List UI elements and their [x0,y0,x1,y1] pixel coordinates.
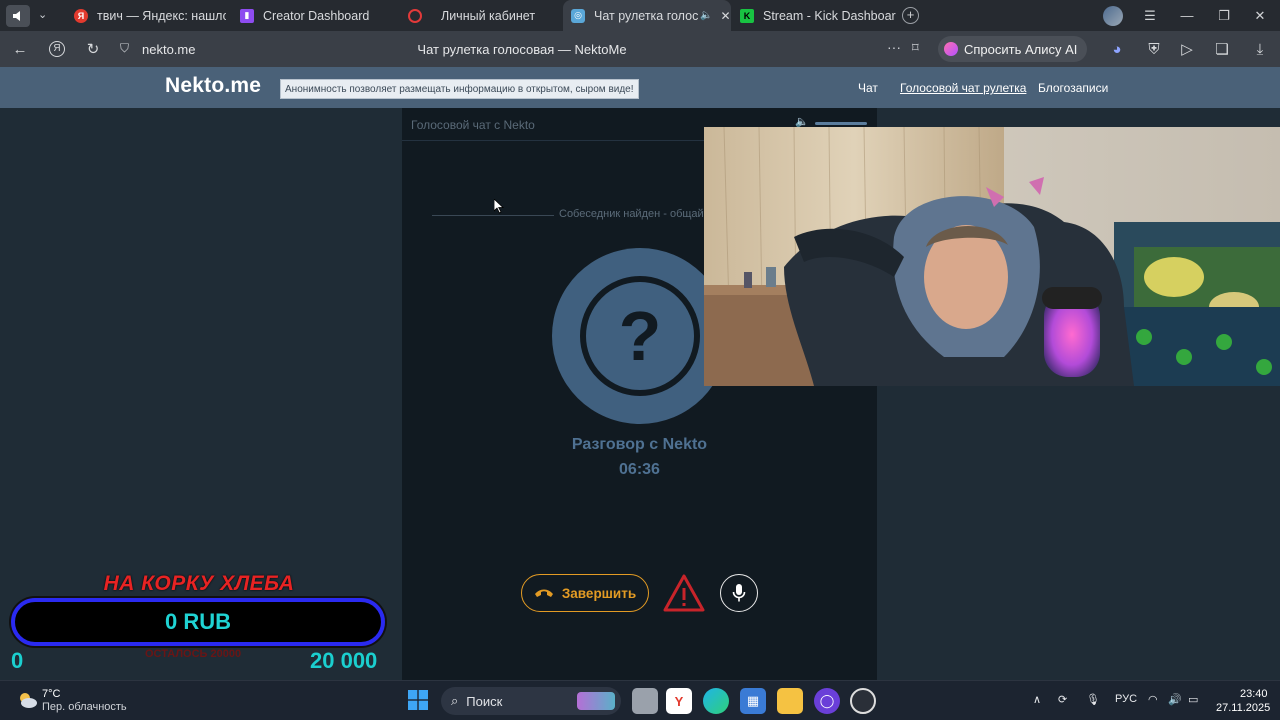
tab-close-icon[interactable]: ✕ [720,9,730,23]
report-button[interactable] [663,573,705,613]
tab-yandex-search[interactable]: Я твич — Яндекс: нашлось [70,0,226,31]
downloads-icon[interactable]: ⤓ [1248,37,1272,61]
task-view-button[interactable] [632,688,658,714]
tray-mic-icon[interactable]: 🎙 [1086,693,1100,706]
hangup-phone-icon [534,589,553,597]
partner-found-message: Собеседник найден - общайтесь [559,208,726,220]
windows-taskbar: 7°C Пер. облачность ⌕ Поиск Y ▦ ◯ ∧ ⟳ 🎙 … [0,680,1280,720]
nav-voice-chat-link[interactable]: Голосовой чат рулетка [900,81,1026,95]
speaker-icon [13,11,20,21]
donation-amount: 0 RUB [164,609,231,634]
store-taskbar-icon[interactable]: ▦ [740,688,766,714]
back-button[interactable]: ← [8,37,32,61]
minimize-button[interactable]: — [1169,0,1205,31]
donation-goal-title: НА КОРКУ ХЛЕБА [103,572,295,595]
battery-icon[interactable]: ▭ [1188,693,1198,706]
twitch-icon: ▮ [240,8,254,23]
site-logo[interactable]: Nekto.me [165,74,261,98]
warning-triangle-icon [663,574,705,612]
site-slogan: Анонимность позволяет размещать информац… [280,79,639,99]
weather-description: Пер. облачность [42,701,127,713]
tray-expand-icon[interactable]: ∧ [1033,693,1041,706]
profile-avatar[interactable] [1103,6,1123,26]
question-mark-icon: ? [580,276,700,396]
mouse-cursor-icon [494,199,504,214]
language-indicator[interactable]: РУС [1115,693,1137,705]
partly-cloudy-icon[interactable] [16,689,38,711]
browser-tab-bar: ⌄ Я твич — Яндекс: нашлось ▮ Creator Das… [0,0,1280,31]
volume-track [815,122,867,125]
tab-audio-icon[interactable]: 🔈 [700,10,712,21]
partner-avatar: ? [552,248,728,424]
explorer-taskbar-icon[interactable] [777,688,803,714]
chat-title: Голосовой чат с Nekto [411,118,535,132]
site-header: Nekto.me Анонимность позволяет размещать… [0,67,1280,108]
restore-button[interactable]: ❐ [1206,0,1242,31]
microphone-icon [732,584,746,602]
yandex-logo-icon: Я [49,41,65,57]
alisa-taskbar-icon[interactable]: ◯ [814,688,840,714]
yandex-icon: Я [74,8,88,23]
more-icon[interactable]: ··· [887,39,901,55]
sync-icon[interactable]: ⟳ [1058,693,1067,706]
edge-taskbar-icon[interactable] [703,688,729,714]
search-icon: ⌕ [451,693,459,708]
donation-remaining: ОСТАЛОСЬ 20000 [145,648,242,660]
conversation-label: Разговор с Nekto [571,436,708,453]
ask-alisa-button[interactable]: Спросить Алису AI [938,36,1088,62]
nav-blog-link[interactable]: Блогозаписи [1038,81,1108,95]
circle-icon [408,8,422,23]
yandex-browser-taskbar-icon[interactable]: Y [666,688,692,714]
obs-taskbar-icon[interactable] [850,688,876,714]
search-highlight-icon [577,692,615,710]
taskbar-search[interactable]: ⌕ Поиск [441,687,621,715]
clock-time[interactable]: 23:40 [1240,688,1268,700]
microphone-button[interactable] [720,574,758,612]
extension-vpn-icon[interactable]: ⛨ [1142,37,1166,61]
tab-personal-account[interactable]: Личный кабинет [404,0,558,31]
wifi-icon[interactable]: ◠ [1148,693,1158,706]
kick-icon: K [740,8,754,23]
donation-progress-bar: 0 RUB [11,598,385,646]
new-tab-button[interactable]: + [902,7,919,24]
webcam-video [704,127,1280,386]
tab-nekto-voice-chat[interactable]: ◎ Чат рулетка голосов 🔈 ✕ [563,0,731,31]
nav-chat-link[interactable]: Чат [858,81,878,95]
menu-button[interactable]: ☰ [1132,0,1168,31]
search-placeholder: Поиск [466,693,503,709]
clock-date[interactable]: 27.11.2025 [1216,702,1270,714]
close-window-button[interactable]: ✕ [1242,0,1278,31]
tab-creator-dashboard[interactable]: ▮ Creator Dashboard [236,0,396,31]
page-title: Чат рулетка голосовая — NektoMe [417,42,627,57]
webcam-overlay [704,127,1280,386]
end-call-button[interactable]: Завершить [521,574,649,612]
tab-kick-dashboard[interactable]: K Stream - Kick Dashboard [736,0,896,31]
donation-min: 0 [11,648,24,673]
address-bar: ← Я ↻ ⛉ nekto.me Чат рулетка голосовая —… [0,31,1280,67]
weather-temperature: 7°C [42,688,61,700]
url-field[interactable]: ⛉ nekto.me Чат рулетка голосовая — Nekto… [112,35,932,63]
divider-line [432,215,554,216]
sidebar-toggle-button[interactable] [6,5,30,27]
reload-button[interactable]: ↻ [81,37,105,61]
alisa-icon [944,42,958,56]
collections-icon[interactable]: ❏ [1210,37,1234,61]
call-timer: 06:36 [619,461,660,478]
media-play-icon[interactable]: ▷ [1175,37,1199,61]
nekto-icon: ◎ [571,8,585,23]
chevron-down-icon[interactable]: ⌄ [38,8,47,21]
start-button[interactable] [408,690,428,710]
donation-max: 20 000 [310,648,378,673]
yandex-home-button[interactable]: Я [45,37,69,61]
bookmark-icon[interactable]: ⌑ [912,40,919,56]
extension-game-icon[interactable]: ◕ [1105,37,1129,61]
tray-volume-icon[interactable]: 🔊 [1168,693,1182,706]
windows-logo-icon [408,690,428,710]
